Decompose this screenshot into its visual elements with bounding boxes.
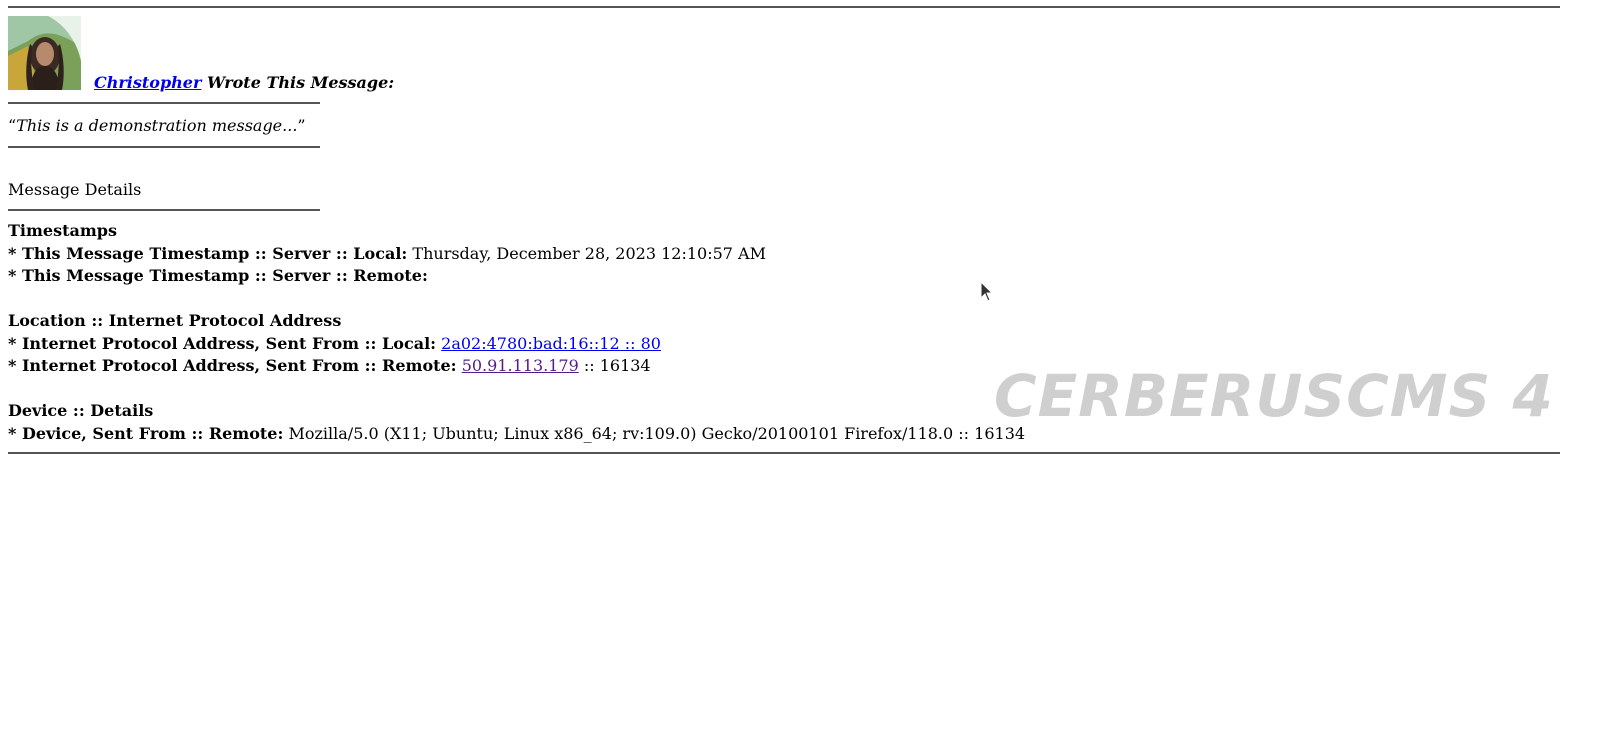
ip-remote-link[interactable]: 50.91.113.179 (462, 356, 579, 375)
quote-text: This is a demonstration message... (16, 116, 298, 135)
ip-remote-row: * Internet Protocol Address, Sent From :… (8, 355, 651, 377)
author-line: Christopher Wrote This Message: (94, 73, 394, 92)
timestamp-remote-row: * This Message Timestamp :: Server :: Re… (8, 265, 428, 287)
ip-local-link[interactable]: 2a02:4780:bad:16::12 :: 80 (441, 334, 661, 353)
timestamps-heading: Timestamps (8, 220, 117, 242)
timestamp-remote-label: * This Message Timestamp :: Server :: Re… (8, 266, 428, 285)
location-heading-text: Location :: Internet Protocol Address (8, 311, 342, 330)
message-quote: “This is a demonstration message...” (8, 116, 306, 135)
ip-local-label: * Internet Protocol Address, Sent From :… (8, 334, 437, 353)
cerberuscms-watermark: CERBERUSCMS 4 (994, 362, 1554, 430)
ip-local-row: * Internet Protocol Address, Sent From :… (8, 333, 661, 355)
device-remote-value: Mozilla/5.0 (X11; Ubuntu; Linux x86_64; … (288, 424, 1026, 443)
timestamp-local-value: Thursday, December 28, 2023 12:10:57 AM (412, 244, 766, 263)
author-avatar[interactable] (8, 16, 81, 90)
quote-bottom-divider (8, 146, 320, 148)
timestamp-local-label: * This Message Timestamp :: Server :: Lo… (8, 244, 408, 263)
device-heading: Device :: Details (8, 400, 153, 422)
device-heading-text: Device :: Details (8, 401, 154, 420)
bottom-divider (8, 452, 1560, 454)
mouse-pointer-icon (980, 281, 994, 302)
ip-remote-label: * Internet Protocol Address, Sent From :… (8, 356, 457, 375)
device-remote-label: * Device, Sent From :: Remote: (8, 424, 284, 443)
quote-open-mark: “ (8, 116, 17, 135)
message-details-title: Message Details (8, 180, 142, 199)
device-remote-row: * Device, Sent From :: Remote: Mozilla/5… (8, 423, 1025, 445)
quote-top-divider (8, 102, 320, 104)
quote-close-mark: ” (297, 116, 306, 135)
top-divider (8, 6, 1560, 8)
author-name-link[interactable]: Christopher (94, 73, 201, 92)
timestamps-heading-text: Timestamps (8, 221, 117, 240)
author-suffix: Wrote This Message: (206, 73, 395, 92)
timestamp-local-row: * This Message Timestamp :: Server :: Lo… (8, 243, 766, 265)
avatar-icon (8, 16, 81, 90)
details-divider (8, 209, 320, 211)
location-heading: Location :: Internet Protocol Address (8, 310, 341, 332)
ip-remote-port: :: 16134 (583, 356, 651, 375)
